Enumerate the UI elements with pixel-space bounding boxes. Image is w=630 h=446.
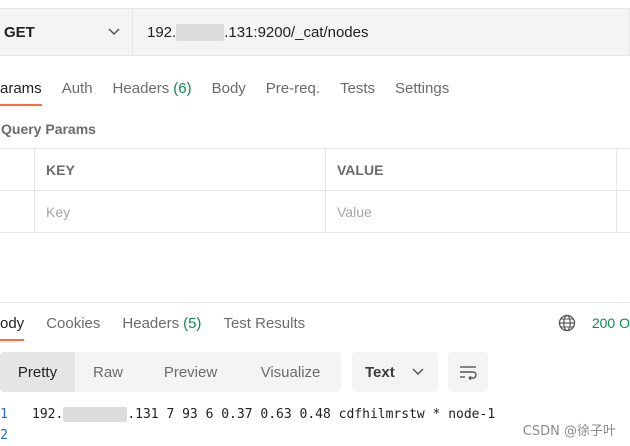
checkbox-column-header [0, 149, 35, 190]
wrap-lines-button[interactable] [448, 352, 488, 392]
redacted-ip-block [63, 407, 128, 422]
line-number: 2 [0, 428, 8, 443]
view-raw-button[interactable]: Raw [75, 352, 141, 392]
extra-column-header [617, 149, 630, 190]
row-checkbox-cell[interactable] [0, 191, 35, 232]
url-prefix: 192. [147, 23, 177, 41]
tab-params[interactable]: arams [0, 70, 42, 106]
watermark: CSDN @徐子叶 [522, 424, 616, 439]
chevron-down-icon [108, 28, 120, 36]
tab-response-headers[interactable]: Headers (5) [122, 305, 201, 341]
tab-label: Cookies [46, 314, 101, 332]
url-input[interactable]: 192. .131:9200/_cat/nodes [133, 8, 630, 56]
tab-label: Pre-req. [265, 79, 320, 97]
wrap-lines-icon [460, 366, 477, 380]
request-bar: GET 192. .131:9200/_cat/nodes [0, 8, 630, 56]
code-prefix: 192. [32, 407, 64, 422]
key-column-header: KEY [35, 149, 326, 190]
tab-tests[interactable]: Tests [340, 70, 375, 106]
tab-label: Tests [339, 79, 375, 97]
response-tabs: ody Cookies Headers (5) Test Results [0, 305, 630, 341]
redacted-ip-block [176, 23, 225, 41]
response-divider [0, 302, 630, 303]
tab-label: ody [0, 314, 25, 332]
request-tabs: arams Auth Headers (6) Body Pre-req. Tes… [0, 70, 630, 106]
tab-auth[interactable]: Auth [62, 70, 93, 106]
key-input[interactable]: Key [35, 191, 326, 232]
globe-icon[interactable] [558, 314, 576, 332]
query-params-table: KEY VALUE Key Value [0, 148, 630, 233]
code-text: 192. .131 7 93 6 0.37 0.63 0.48 cdfhilmrs… [32, 407, 495, 422]
tab-body[interactable]: Body [212, 70, 246, 106]
tab-label: Headers [112, 79, 170, 97]
method-label: GET [4, 23, 35, 41]
tab-label: Auth [61, 79, 93, 97]
tab-cookies[interactable]: Cookies [46, 305, 100, 341]
tab-label: Settings [395, 79, 450, 97]
tab-response-body[interactable]: ody [0, 305, 25, 341]
tab-label: arams [0, 79, 42, 97]
tab-headers[interactable]: Headers (6) [113, 70, 192, 106]
method-select[interactable]: GET [0, 8, 133, 56]
view-visualize-button[interactable]: Visualize [240, 352, 341, 392]
status-code[interactable]: 200 O [592, 315, 630, 331]
url-suffix: .131:9200/_cat/nodes [224, 23, 369, 41]
tab-label: Test Results [223, 314, 306, 332]
tab-test-results[interactable]: Test Results [223, 305, 305, 341]
format-label: Text [365, 363, 395, 381]
response-toolbar: Pretty Raw Preview Visualize Text [0, 352, 630, 392]
format-select[interactable]: Text [352, 352, 438, 392]
response-status-area: 200 O [558, 305, 630, 341]
extra-input[interactable] [617, 191, 630, 232]
tab-pre-request[interactable]: Pre-req. [266, 70, 320, 106]
tab-settings[interactable]: Settings [395, 70, 449, 106]
value-input[interactable]: Value [326, 191, 617, 232]
tab-count-badge: (6) [173, 79, 192, 97]
view-pretty-button[interactable]: Pretty [0, 352, 75, 392]
view-preview-button[interactable]: Preview [141, 352, 240, 392]
postman-window: GET 192. .131:9200/_cat/nodes arams Auth… [0, 0, 630, 446]
table-row: Key Value [0, 191, 630, 233]
table-header-row: KEY VALUE [0, 149, 630, 191]
chevron-down-icon [412, 368, 424, 376]
value-column-header: VALUE [326, 149, 617, 190]
code-suffix: .131 7 93 6 0.37 0.63 0.48 cdfhilmrstw *… [127, 407, 496, 422]
tab-label: Headers [122, 314, 180, 332]
query-params-title: Query Params [1, 121, 96, 137]
tab-label: Body [211, 79, 246, 97]
line-number: 1 [0, 407, 8, 422]
tab-count-badge: (5) [183, 314, 202, 332]
view-mode-switch: Pretty Raw Preview Visualize [0, 352, 341, 392]
